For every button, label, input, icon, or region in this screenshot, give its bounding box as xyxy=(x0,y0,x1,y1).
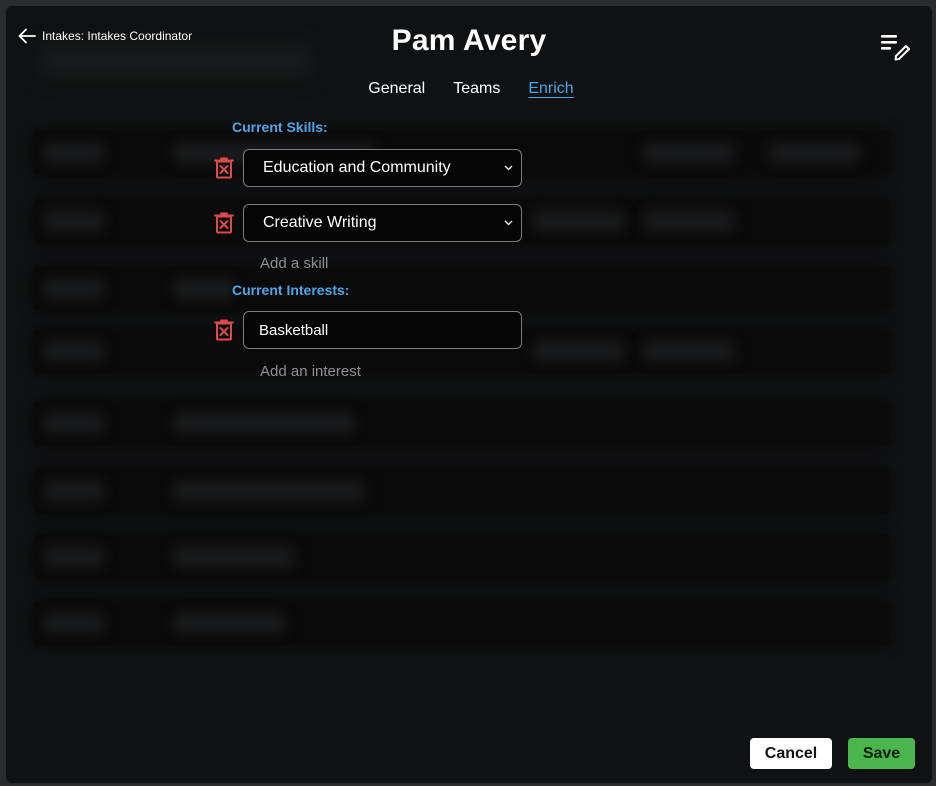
chevron-down-icon xyxy=(504,220,513,226)
current-skills-label: Current Skills: xyxy=(232,119,328,135)
tab-enrich[interactable]: Enrich xyxy=(524,80,573,98)
chevron-down-icon xyxy=(504,165,513,171)
add-interest-link[interactable]: Add an interest xyxy=(260,363,361,380)
list-edit-icon[interactable] xyxy=(878,30,912,62)
tab-teams[interactable]: Teams xyxy=(449,80,500,98)
delete-icon[interactable] xyxy=(214,212,234,234)
page-title: Pam Avery xyxy=(391,24,547,57)
add-skill-link[interactable]: Add a skill xyxy=(260,255,328,272)
skill-select[interactable]: Education and Community xyxy=(243,149,522,187)
delete-icon[interactable] xyxy=(214,157,234,179)
save-button[interactable]: Save xyxy=(848,738,915,769)
delete-icon[interactable] xyxy=(214,319,234,341)
skill-row: Education and Community xyxy=(214,149,522,187)
cancel-button[interactable]: Cancel xyxy=(750,738,832,769)
modal-panel: Intakes: Intakes Coordinator Pam Avery G… xyxy=(6,6,932,783)
interest-row: Basketball xyxy=(214,311,522,349)
skill-select-value: Creative Writing xyxy=(263,214,377,231)
skill-row: Creative Writing xyxy=(214,204,522,242)
skill-select-value: Education and Community xyxy=(263,159,451,176)
skill-select[interactable]: Creative Writing xyxy=(243,204,522,242)
interest-input[interactable]: Basketball xyxy=(243,311,522,349)
tab-bar: General Teams Enrich xyxy=(6,80,932,98)
current-interests-label: Current Interests: xyxy=(232,282,350,298)
tab-general[interactable]: General xyxy=(364,80,425,98)
